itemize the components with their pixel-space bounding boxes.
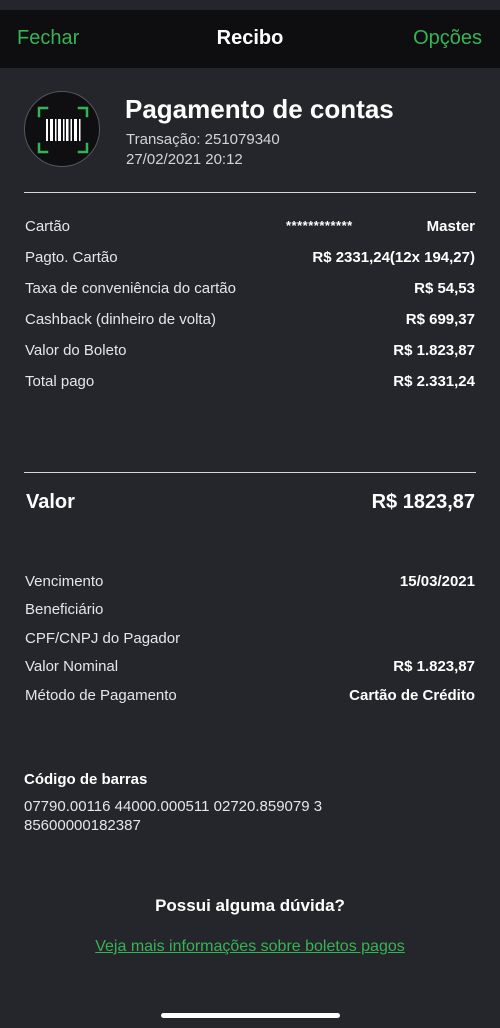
barcode-line: 85600000182387 (24, 817, 141, 834)
barcode-scan-icon (24, 91, 100, 167)
detail-row-label: Vencimento (25, 573, 104, 590)
detail-row: Beneficiário (25, 601, 475, 621)
divider (24, 472, 476, 473)
payment-row: Valor do Boleto R$ 1.823,87 (25, 342, 475, 362)
home-indicator[interactable] (161, 1013, 340, 1018)
payment-row-label: Pagto. Cartão (25, 249, 118, 266)
payment-row-value: R$ 54,53 (414, 280, 475, 297)
detail-row-label: CPF/CNPJ do Pagador (25, 630, 181, 647)
status-bar (0, 0, 500, 10)
detail-row: CPF/CNPJ do Pagador (25, 630, 475, 650)
amount-label: Valor (26, 491, 75, 513)
payment-row-value: R$ 2.331,24 (393, 373, 475, 390)
payment-row-label: Cashback (dinheiro de volta) (25, 311, 216, 328)
payment-row-value: R$ 2331,24(12x 194,27) (312, 249, 475, 266)
detail-row: Método de Pagamento Cartão de Crédito (25, 687, 475, 707)
payment-row-label: Taxa de conveniência do cartão (25, 280, 236, 297)
options-button[interactable]: Opções (413, 27, 482, 50)
card-label: Cartão (25, 218, 71, 235)
more-info-link[interactable]: Veja mais informações sobre boletos pago… (0, 938, 500, 956)
receipt-title: Pagamento de contas (125, 94, 394, 124)
detail-row-value: Cartão de Crédito (349, 687, 475, 704)
amount-value: R$ 1823,87 (371, 491, 475, 513)
card-number-masked: ************ (286, 218, 353, 233)
payment-row: Taxa de conveniência do cartão R$ 54,53 (25, 280, 475, 300)
detail-row: Valor Nominal R$ 1.823,87 (25, 658, 475, 678)
detail-row-label: Valor Nominal (25, 658, 119, 675)
detail-row-value: 15/03/2021 (399, 573, 475, 590)
divider (24, 192, 476, 193)
payment-row: Total pago R$ 2.331,24 (25, 373, 475, 393)
barcode-digits[interactable]: 07790.00116 44000.000511 02720.859079 3 … (24, 797, 384, 835)
transaction-id: Transação: 251079340 (126, 131, 280, 148)
payment-row-label: Valor do Boleto (25, 342, 127, 359)
card-row: Cartão (25, 218, 475, 238)
detail-row: Vencimento 15/03/2021 (25, 573, 475, 593)
payment-row: Cashback (dinheiro de volta) R$ 699,37 (25, 311, 475, 331)
barcode-line: 07790.00116 44000.000511 02720.859079 3 (24, 798, 323, 815)
card-brand: Master (426, 218, 475, 235)
payment-row-value: R$ 699,37 (405, 311, 475, 328)
transaction-datetime: 27/02/2021 20:12 (126, 151, 243, 168)
detail-row-value: R$ 1.823,87 (393, 658, 475, 675)
payment-row-label: Total pago (25, 373, 95, 390)
navigation-bar: Fechar Recibo Opções (0, 10, 500, 68)
payment-row: Pagto. Cartão R$ 2331,24(12x 194,27) (25, 249, 475, 269)
barcode-title: Código de barras (24, 771, 148, 788)
detail-row-label: Beneficiário (25, 601, 104, 618)
detail-row-label: Método de Pagamento (25, 687, 177, 704)
payment-row-value: R$ 1.823,87 (393, 342, 475, 359)
help-question: Possui alguma dúvida? (155, 896, 345, 915)
